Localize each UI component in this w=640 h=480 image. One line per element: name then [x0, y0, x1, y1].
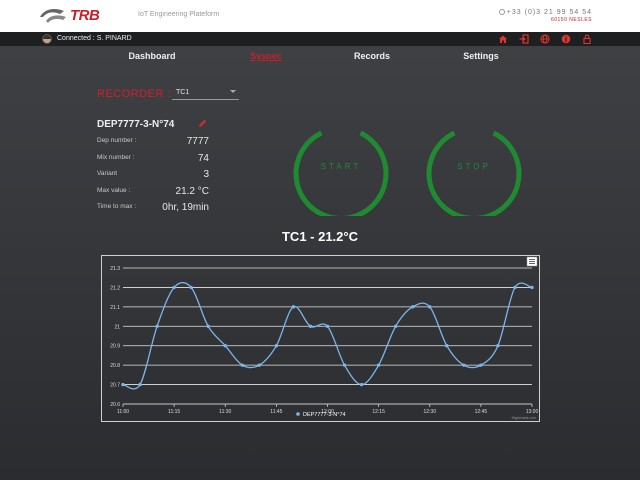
detail-value: 7777	[186, 136, 209, 147]
contact-info: +33 (0)3 21 99 54 54 60150 NESLES	[498, 9, 592, 23]
lock-icon[interactable]	[582, 34, 592, 44]
recorder-name: DEP7777-3-N°74	[97, 119, 175, 130]
brand-logo-text[interactable]: TRB	[70, 7, 100, 24]
recorder-label: RECORDER :	[97, 88, 172, 100]
detail-row: Dep number : 7777	[97, 136, 209, 153]
x-tick-label: 12:45	[475, 409, 488, 415]
main-nav: Dashboard Syspec Records Settings	[0, 51, 640, 65]
data-point	[530, 285, 534, 290]
detail-value: 21.2 °C	[175, 185, 209, 197]
user-bar: Connected : S. PINARD	[0, 32, 640, 46]
y-tick-label: 20.6	[110, 402, 120, 408]
data-point	[240, 363, 244, 367]
start-label: START	[320, 162, 362, 171]
data-point	[325, 324, 330, 328]
legend-marker	[296, 412, 300, 416]
temperature-chart: 20.6 20.7 20.8 20.9 21 21.1 21.2 21.3 11:00 11:15…	[101, 255, 540, 422]
y-tick-label: 20.8	[110, 363, 120, 369]
stop-button[interactable]: STOP	[425, 118, 523, 222]
nav-dashboard[interactable]: Dashboard	[128, 51, 175, 61]
toolbar-icons	[498, 34, 592, 44]
y-tick-label: 21.2	[110, 285, 120, 291]
data-point	[172, 285, 176, 290]
address-text: 60150 NESLES	[550, 17, 592, 23]
main-panel: Dashboard Syspec Records Settings RECORD…	[0, 46, 640, 480]
top-header: TRB IoT Engineering Plateform +33 (0)3 2…	[0, 0, 640, 32]
data-point	[513, 285, 517, 290]
home-icon[interactable]	[498, 34, 508, 44]
detail-key: Dep number :	[97, 137, 137, 144]
connected-user-text: Connected : S. PINARD	[57, 35, 132, 42]
series-line	[122, 281, 533, 390]
detail-key: Max value :	[97, 186, 131, 194]
detail-row: Time to max : 0hr, 19min	[97, 202, 209, 219]
x-tick-label: 11:00	[117, 409, 129, 415]
nav-syspec[interactable]: Syspec	[250, 51, 282, 61]
data-point	[411, 305, 415, 309]
data-point	[121, 382, 125, 387]
data-point	[359, 382, 364, 387]
data-point	[308, 324, 313, 328]
nav-records[interactable]: Records	[354, 51, 390, 61]
data-point	[223, 344, 227, 348]
detail-key: Time to max :	[97, 203, 137, 211]
data-point	[274, 344, 279, 348]
detail-value: 0hr, 19min	[162, 202, 209, 214]
data-point	[257, 363, 262, 367]
recorder-details: Dep number : 7777 Mix number : 74 Variant 3…	[97, 136, 209, 219]
y-tick-label: 21.1	[110, 305, 120, 311]
pencil-icon[interactable]	[197, 118, 208, 129]
data-point	[479, 363, 483, 367]
detail-value: 3	[203, 169, 209, 181]
detail-row: Variant 3	[97, 169, 209, 186]
phone-icon	[498, 9, 505, 16]
detail-key: Mix number :	[97, 153, 135, 161]
chart-canvas: 20.6 20.7 20.8 20.9 21 21.1 21.2 21.3 11:00 11:15…	[110, 256, 539, 420]
x-tick-label: 13:00	[526, 409, 539, 415]
data-point	[291, 305, 296, 309]
legend-label: DEP7777-3-N°74	[303, 412, 346, 418]
x-tick-label: 11:15	[168, 409, 180, 415]
detail-row: Mix number : 74	[97, 153, 209, 170]
chart-credit: Highcharts.com	[512, 416, 536, 420]
chevron-down-icon	[230, 90, 236, 93]
detail-key: Variant	[97, 170, 118, 178]
data-point	[496, 344, 500, 348]
x-tick-label: 12:30	[423, 409, 436, 415]
phone-number: +33 (0)3 21 99 54 54	[506, 9, 592, 16]
data-point	[138, 382, 142, 387]
app-subtitle: IoT Engineering Plateform	[138, 11, 220, 18]
recorder-select-value: TC1	[176, 89, 190, 96]
recorder-select[interactable]: TC1	[172, 86, 239, 100]
detail-value: 74	[197, 152, 209, 164]
stop-label: STOP	[457, 162, 491, 171]
data-point	[155, 324, 159, 328]
user-avatar	[42, 34, 52, 44]
nav-settings[interactable]: Settings	[463, 51, 499, 61]
sign-in-icon[interactable]	[519, 34, 529, 44]
start-button[interactable]: START	[292, 118, 390, 222]
y-tick-label: 21	[114, 324, 120, 330]
detail-row: Max value : 21.2 °C	[97, 186, 209, 203]
chart-title: TC1 - 21.2°C	[281, 229, 358, 244]
x-tick-label: 11:45	[270, 409, 282, 415]
data-point	[342, 363, 347, 367]
data-point	[428, 305, 432, 309]
x-tick-label: 11:30	[219, 409, 231, 415]
data-point	[376, 363, 381, 367]
x-tick-label: 12:15	[372, 409, 385, 415]
y-tick-label: 20.7	[110, 383, 120, 389]
data-point	[393, 324, 398, 328]
y-tick-label: 21.3	[110, 266, 120, 272]
data-point	[189, 285, 193, 290]
data-point	[462, 363, 466, 367]
y-tick-label: 20.9	[110, 344, 120, 350]
data-point	[206, 324, 210, 328]
info-icon[interactable]	[561, 34, 571, 44]
globe-icon[interactable]	[540, 34, 550, 44]
data-point	[445, 344, 449, 348]
